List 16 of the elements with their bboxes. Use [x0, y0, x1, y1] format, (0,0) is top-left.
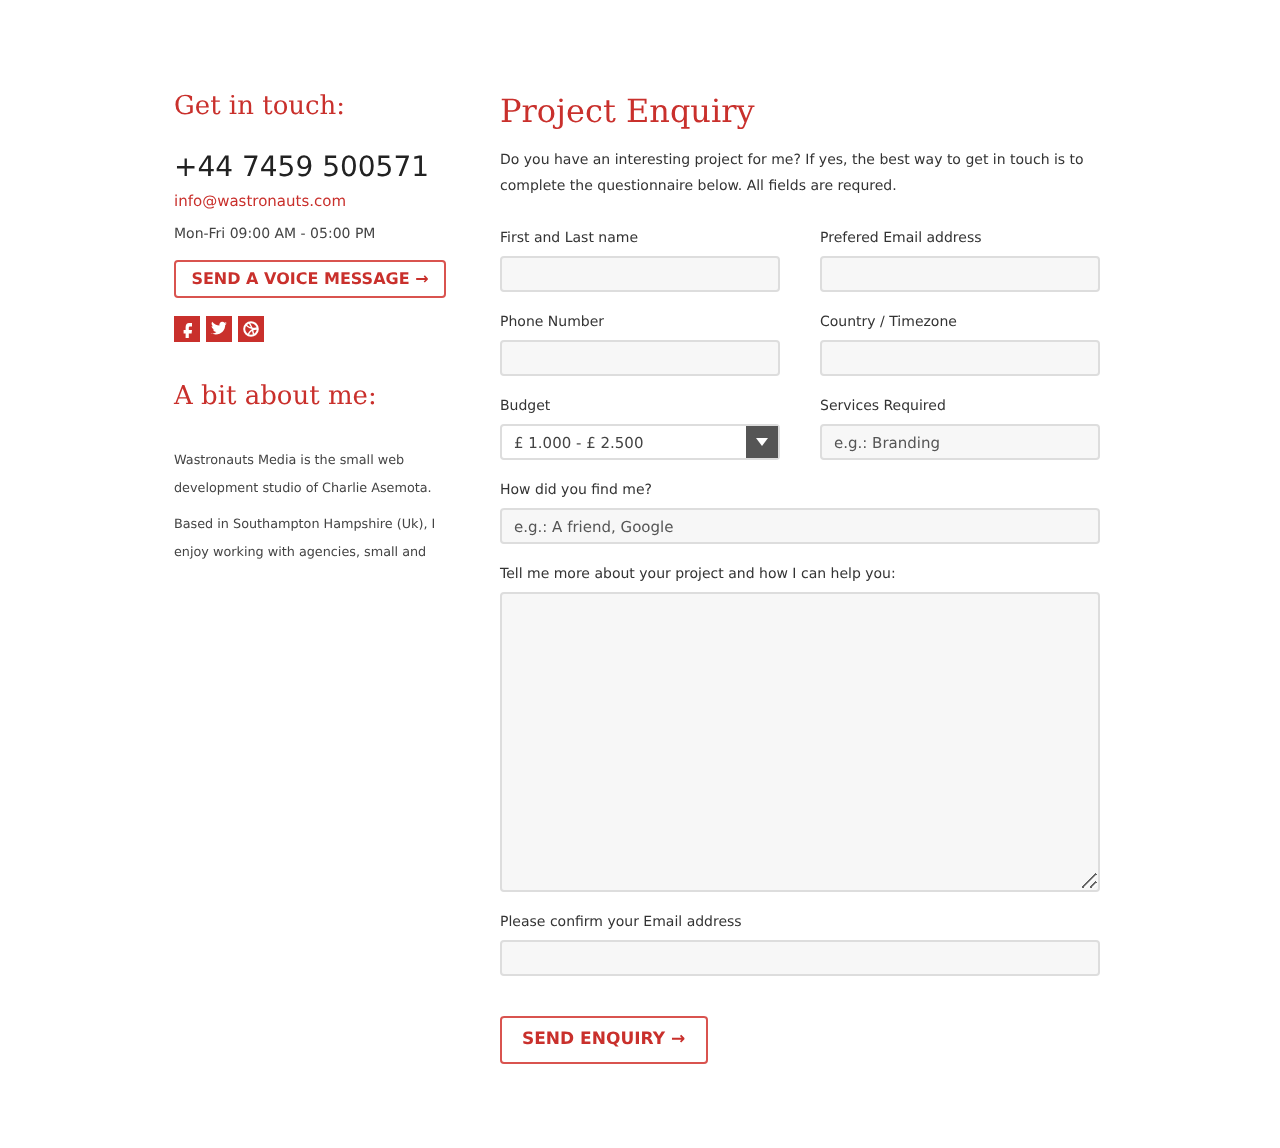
input-field[interactable] — [500, 940, 1100, 976]
phone-number: +44 7459 500571 — [174, 152, 432, 184]
input-field[interactable] — [500, 340, 780, 376]
facebook-icon[interactable] — [174, 316, 200, 342]
form-title: Project Enquiry — [500, 92, 757, 130]
voice-message-button[interactable]: SEND A VOICE MESSAGE → — [174, 260, 446, 298]
dribbble-icon[interactable] — [238, 316, 264, 342]
about-heading: A bit about me: — [174, 382, 379, 412]
send-enquiry-button[interactable]: SEND ENQUIRY → — [500, 1016, 708, 1064]
message-textarea[interactable] — [500, 592, 1100, 892]
contact-heading: Get in touch: — [174, 92, 348, 122]
caret-icon — [756, 438, 768, 446]
input-field[interactable] — [820, 340, 1100, 376]
input-field[interactable] — [500, 256, 780, 292]
twitter-icon[interactable] — [206, 316, 232, 342]
input-field[interactable] — [820, 256, 1100, 292]
